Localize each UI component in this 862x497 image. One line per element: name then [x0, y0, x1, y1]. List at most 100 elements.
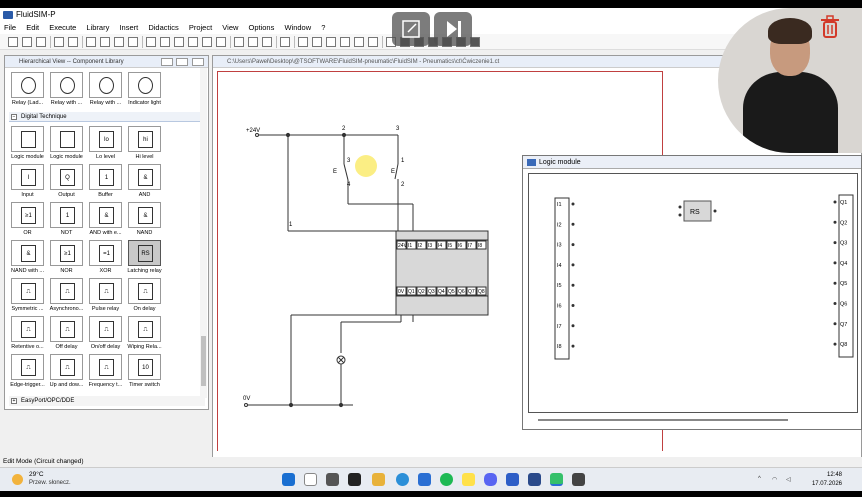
zoom-fit-icon[interactable] [298, 37, 308, 47]
menu-edit[interactable]: Edit [22, 22, 43, 34]
library-item[interactable]: ⎍ On delay [126, 278, 163, 314]
menu-view[interactable]: View [218, 22, 242, 34]
library-item[interactable]: Indicator light [126, 72, 163, 108]
expand-icon[interactable]: + [11, 398, 17, 404]
align-center-icon[interactable] [160, 37, 170, 47]
logic-input-port[interactable] [571, 344, 575, 348]
library-item[interactable]: ⎍ Pulse relay [87, 278, 124, 314]
new-icon[interactable] [8, 37, 18, 47]
library-item[interactable]: ⎍ Edge-trigger... [9, 354, 46, 390]
align-middle-icon[interactable] [202, 37, 212, 47]
logic-output-port[interactable] [833, 261, 837, 265]
word-icon[interactable] [418, 473, 431, 486]
menu-didactics[interactable]: Didactics [144, 22, 182, 34]
library-item[interactable]: & AND [126, 164, 163, 200]
search-icon[interactable] [304, 473, 317, 486]
library-item[interactable]: ⎍ Off delay [48, 316, 85, 352]
logic-input-port[interactable] [571, 243, 575, 247]
menu-library[interactable]: Library [82, 22, 113, 34]
library-item[interactable]: ≥1 NOR [48, 240, 85, 276]
close-button[interactable] [192, 58, 204, 66]
zoom-out-icon[interactable] [354, 37, 364, 47]
logic-input-port[interactable] [571, 222, 575, 226]
menu-file[interactable]: File [0, 22, 20, 34]
menu-insert[interactable]: Insert [115, 22, 142, 34]
logic-input-port[interactable] [571, 263, 575, 267]
section-digital-technique[interactable]: − Digital Technique [9, 112, 205, 122]
minimize-button[interactable] [160, 58, 173, 66]
spotify-icon[interactable] [440, 473, 453, 486]
library-item[interactable]: ⎍ Symmetric ... [9, 278, 46, 314]
fluidsim-taskbar-icon[interactable] [550, 473, 563, 486]
logic-canvas[interactable]: RS I1 I2 I3 I4 I5 I6 I7 I8 Q1 Q2 Q3 Q4 Q5 Q6 Q7 Q8 [528, 173, 858, 413]
library-scrollbar[interactable] [200, 68, 207, 398]
zoom-100-icon[interactable] [312, 37, 322, 47]
app-icon-taskbar[interactable] [528, 473, 541, 486]
library-item[interactable]: Logic module [9, 126, 46, 162]
start-icon[interactable] [282, 473, 295, 486]
store-icon[interactable] [506, 473, 519, 486]
logic-diagram[interactable]: RS I1 I2 I3 I4 I5 I6 I7 I8 Q1 Q2 Q3 Q4 Q5 Q6 Q7 Q8 [529, 174, 859, 414]
library-item[interactable]: 1 Buffer [87, 164, 124, 200]
logic-input-port[interactable] [571, 304, 575, 307]
volume-icon[interactable]: ◁ [786, 476, 791, 483]
copy-icon[interactable] [114, 37, 124, 47]
wifi-icon[interactable]: ◠ [772, 476, 777, 483]
logic-output-port[interactable] [833, 200, 837, 204]
sticky-notes-icon[interactable] [462, 473, 475, 486]
rs-latch-port[interactable] [678, 205, 682, 209]
library-item[interactable]: Logic module [48, 126, 85, 162]
skip-next-button[interactable] [434, 12, 472, 46]
library-item[interactable]: ⎍ Retentive o... [9, 316, 46, 352]
undo-icon[interactable] [86, 37, 96, 47]
edge-icon[interactable] [396, 473, 409, 486]
rs-latch-port[interactable] [678, 213, 682, 217]
menu-window[interactable]: Window [280, 22, 315, 34]
library-item[interactable]: =1 XOR [87, 240, 124, 276]
popout-video-button[interactable] [392, 12, 430, 46]
paste-icon[interactable] [128, 37, 138, 47]
library-item[interactable]: 10 Timer switch [126, 354, 163, 390]
group-icon[interactable] [262, 37, 272, 47]
clock[interactable]: 12:48 17.07.2026 [812, 471, 842, 489]
library-item[interactable]: ⎍ Wiping Rela... [126, 316, 163, 352]
library-item[interactable]: 1 NOT [48, 202, 85, 238]
trash-button[interactable] [818, 14, 842, 40]
file-explorer-icon[interactable] [372, 473, 385, 486]
align-bottom-icon[interactable] [216, 37, 226, 47]
library-item[interactable]: Q Output [48, 164, 85, 200]
library-item[interactable]: Relay (Lad... [9, 72, 46, 108]
zoom-previous-icon[interactable] [368, 37, 378, 47]
discord-icon[interactable] [484, 473, 497, 486]
maximize-button[interactable] [176, 58, 189, 66]
logic-scrollbar[interactable] [533, 418, 853, 423]
logic-output-port[interactable] [833, 220, 837, 224]
library-item[interactable]: & NAND [126, 202, 163, 238]
menu-project[interactable]: Project [185, 22, 216, 34]
zoom-in-icon[interactable] [340, 37, 350, 47]
library-item[interactable]: Relay with ... [48, 72, 85, 108]
mirror-icon[interactable] [248, 37, 258, 47]
task-view-icon[interactable] [326, 473, 339, 486]
menu-execute[interactable]: Execute [45, 22, 80, 34]
tray-chevron-icon[interactable]: ^ [758, 476, 761, 482]
zoom-window-icon[interactable] [326, 37, 336, 47]
library-item[interactable]: I Input [9, 164, 46, 200]
section-easyport[interactable]: + EasyPort/OPC/DDE [9, 396, 205, 406]
print-icon[interactable] [54, 37, 64, 47]
align-top-icon[interactable] [188, 37, 198, 47]
recorder-icon[interactable] [572, 473, 585, 486]
open-icon[interactable] [22, 37, 32, 47]
align-left-icon[interactable] [146, 37, 156, 47]
library-item[interactable]: Relay with ... [87, 72, 124, 108]
menu-help[interactable]: ? [317, 22, 329, 34]
menu-options[interactable]: Options [245, 22, 279, 34]
logic-input-port[interactable] [571, 324, 575, 328]
library-item[interactable]: ≥1 OR [9, 202, 46, 238]
align-right-icon[interactable] [174, 37, 184, 47]
library-item[interactable]: hi Hi level [126, 126, 163, 162]
logic-output-port[interactable] [833, 322, 837, 326]
preview-icon[interactable] [68, 37, 78, 47]
logic-output-port[interactable] [833, 241, 837, 245]
library-item[interactable]: RS Latching relay [126, 240, 163, 276]
